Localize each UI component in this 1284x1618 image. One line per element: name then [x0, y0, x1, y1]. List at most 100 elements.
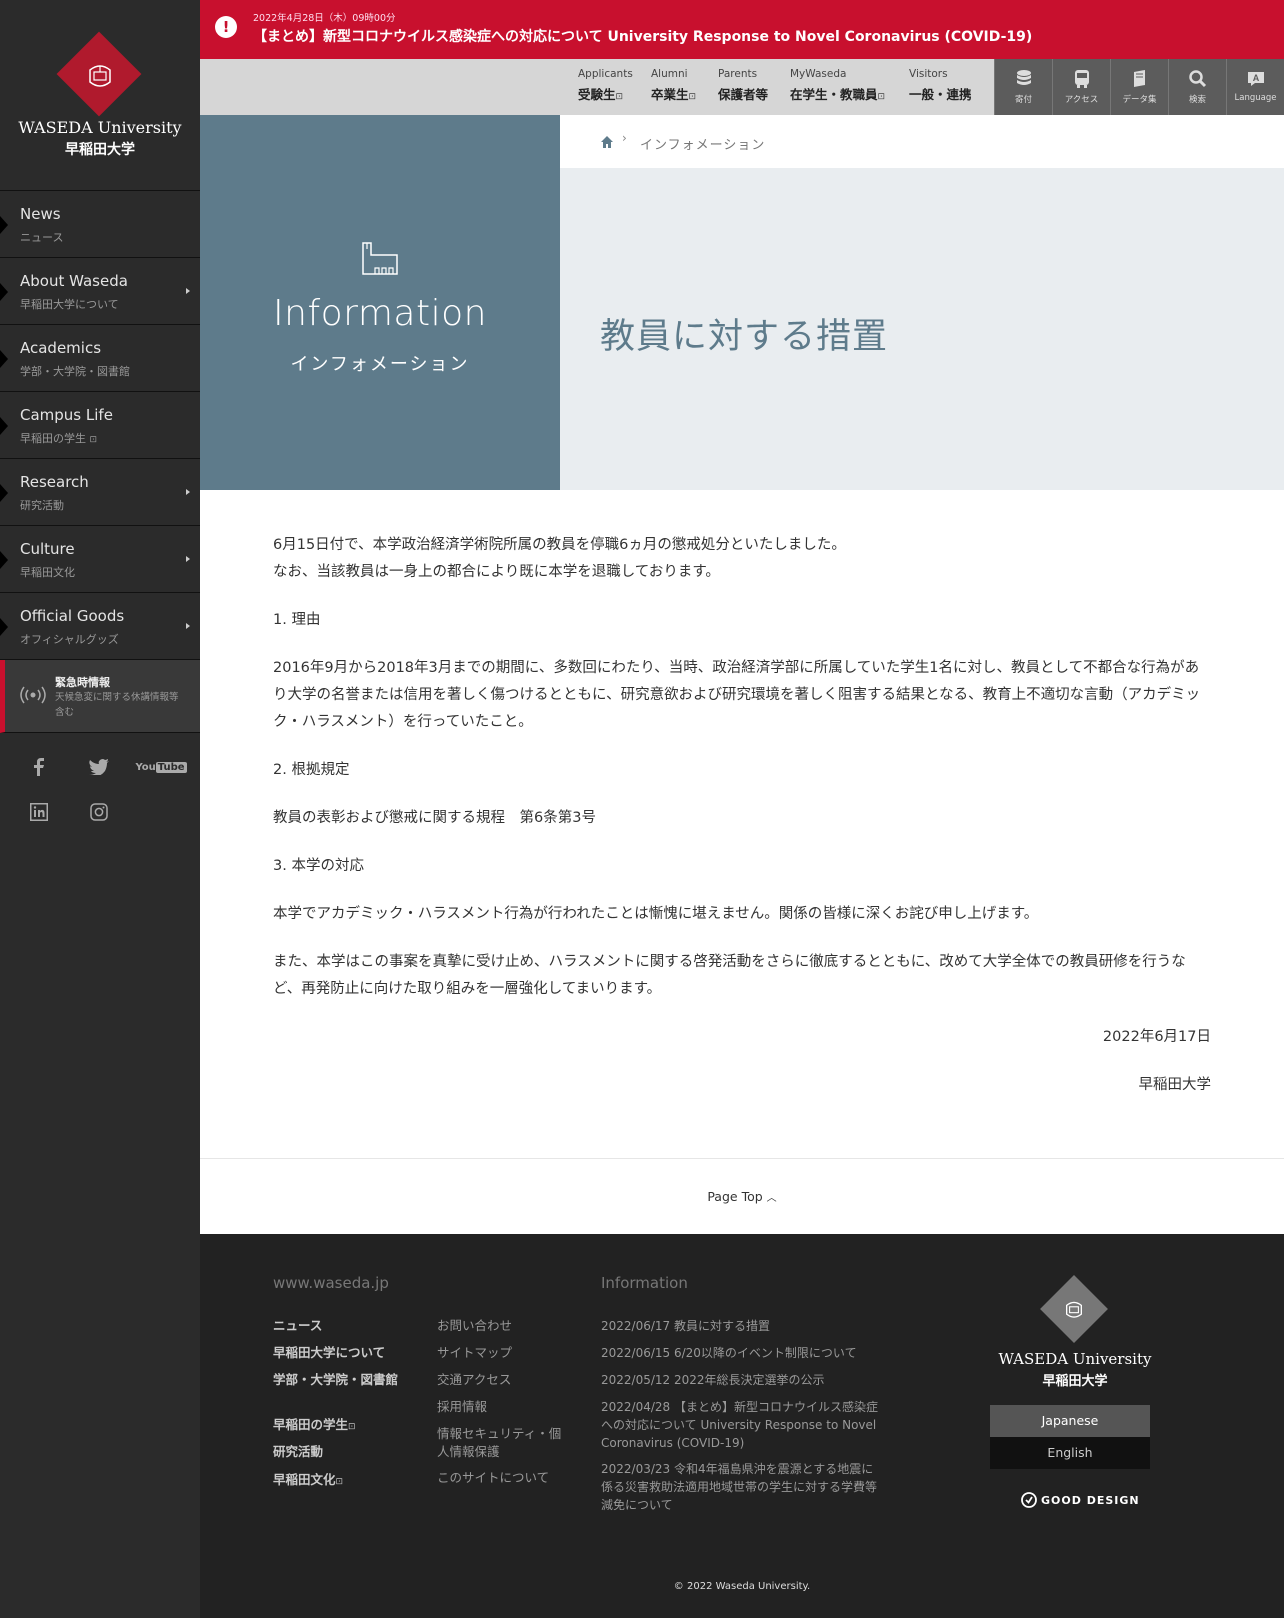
building-icon: [362, 242, 398, 275]
language-button[interactable]: A Language: [1226, 59, 1284, 115]
nav-mywaseda[interactable]: MyWaseda 在学生・教職員⊡: [790, 68, 885, 103]
nav-label-en: Parents: [718, 68, 758, 80]
external-link-icon: ⊡: [877, 92, 886, 102]
nav-label-ja: 在学生・教職員⊡: [790, 87, 886, 102]
logo[interactable]: WASEDA University 早稲田大学: [0, 0, 200, 191]
article-paragraph: また、本学はこの事案を真摯に受け止め、ハラスメントに関する啓発活動をさらに徹底す…: [273, 954, 1186, 997]
copyright: © 2022 Waseda University.: [673, 1581, 811, 1592]
footer-link[interactable]: 採用情報: [437, 1398, 487, 1416]
article-paragraph: 本学でアカデミック・ハラスメント行為が行われたことは慚愧に堪えません。関係の皆様…: [273, 906, 1039, 922]
logo-text-ja: 早稲田大学: [65, 142, 135, 158]
sidebar-item-label: Official Goods: [20, 607, 125, 625]
covid-alert-banner[interactable]: ! 2022年4月28日（木）09時00分 【まとめ】新型コロナウイルス感染症へ…: [200, 0, 1284, 59]
footer-link[interactable]: 学部・大学院・図書館: [273, 1371, 398, 1389]
sidebar-item-label: About Waseda: [20, 272, 128, 290]
footer-logo-ja: 早稲田大学: [1042, 1374, 1108, 1389]
nav-applicants[interactable]: Applicants 受験生⊡: [578, 68, 633, 103]
article-paragraph: なお、当該教員は一身上の都合により既に本学を退職しております。: [273, 564, 720, 580]
books-icon: [1133, 70, 1145, 87]
utility-nav: 寄付 アクセス データ集 検索 A Language: [994, 59, 1284, 115]
language-icon: A: [1247, 72, 1264, 86]
footer-news-item[interactable]: 2022/05/12 2022年総長決定選挙の公示: [601, 1371, 885, 1389]
sidebar-item-sublabel: 早稲田文化: [20, 566, 75, 579]
exclamation-icon: !: [215, 16, 237, 38]
page-title: 教員に対する措置: [600, 317, 889, 357]
chevron-right-icon: ›: [622, 131, 627, 145]
nav-label-en: Visitors: [909, 68, 948, 80]
article-paragraph: 6月15日付で、本学政治経済学術院所属の教員を停職6ヵ月の懲戒処分といたしました…: [273, 537, 846, 553]
util-label: データ集: [1122, 95, 1157, 105]
article-heading: 1. 理由: [273, 612, 321, 628]
nav-label-en: MyWaseda: [790, 68, 847, 80]
nav-visitors[interactable]: Visitors 一般・連携: [909, 68, 972, 103]
article-paragraph: 教員の表彰および懲戒に関する規程 第6条第3号: [273, 810, 596, 826]
sidebar-item-culture[interactable]: Culture 早稲田文化: [0, 526, 200, 593]
nav-label-ja: 保護者等: [718, 87, 769, 102]
emergency-info-link[interactable]: 緊急時情報 天候急変に関する休講情報等含む: [0, 660, 200, 733]
footer-link[interactable]: 情報セキュリティ・個人情報保護: [437, 1425, 572, 1461]
page-top-button[interactable]: Page Top ︿: [707, 1189, 776, 1204]
footer-link[interactable]: サイトマップ: [437, 1344, 512, 1362]
footer-news-item[interactable]: 2022/06/15 6/20以降のイベント制限について: [601, 1344, 885, 1362]
nav-parents[interactable]: Parents 保護者等: [718, 68, 768, 103]
page-top-area: Page Top ︿: [200, 1158, 1284, 1234]
instagram-icon[interactable]: [85, 798, 113, 826]
donate-button[interactable]: 寄付: [994, 59, 1052, 115]
breadcrumb-current: インフォメーション: [640, 138, 766, 153]
external-link-icon: ⊡: [688, 92, 697, 102]
svg-text:A: A: [1252, 73, 1259, 83]
sidebar-item-label: Culture: [20, 540, 75, 558]
sidebar-item-campus-life[interactable]: Campus Life 早稲田の学生 ⊡: [0, 392, 200, 459]
search-button[interactable]: 検索: [1168, 59, 1226, 115]
sidebar-item-news[interactable]: News ニュース: [0, 191, 200, 258]
sidebar-item-academics[interactable]: Academics 学部・大学院・図書館: [0, 325, 200, 392]
footer-link[interactable]: 早稲田文化⊡: [273, 1471, 343, 1491]
util-label: 寄付: [1014, 95, 1032, 105]
alert-date: 2022年4月28日（木）09時00分: [253, 13, 396, 24]
footer-news-item[interactable]: 2022/06/17 教員に対する措置: [601, 1317, 885, 1335]
section-title-ja: インフォメーション: [290, 354, 470, 375]
search-icon: [1188, 70, 1206, 88]
footer-link[interactable]: 早稲田の学生⊡: [273, 1416, 356, 1436]
home-icon[interactable]: [600, 135, 614, 149]
sidebar-item-sublabel: ニュース: [20, 231, 64, 244]
breadcrumb: › インフォメーション: [560, 115, 1284, 168]
youtube-icon[interactable]: You Tube: [135, 753, 187, 781]
section-title-en: Information: [273, 293, 487, 334]
sidebar-item-research[interactable]: Research 研究活動: [0, 459, 200, 526]
article-date: 2022年6月17日: [1102, 1029, 1211, 1045]
nav-alumni[interactable]: Alumni 卒業生⊡: [651, 68, 696, 103]
good-design-badge[interactable]: GOOD DESIGN: [1021, 1492, 1140, 1508]
twitter-icon[interactable]: [85, 753, 113, 781]
article-heading: 3. 本学の対応: [273, 858, 364, 874]
external-link-icon: ⊡: [615, 92, 624, 102]
language-english-button[interactable]: English: [990, 1437, 1150, 1469]
footer-news-item[interactable]: 2022/04/28 【まとめ】新型コロナウイルス感染症への対応について Uni…: [601, 1398, 885, 1452]
article-heading: 2. 根拠規定: [273, 762, 350, 778]
coins-icon: [1016, 70, 1031, 85]
sidebar-item-sublabel: 早稲田大学について: [20, 298, 119, 311]
sidebar-item-label: Research: [20, 473, 89, 491]
logo-text-en: WASEDA University: [18, 118, 182, 137]
data-collection-button[interactable]: データ集: [1110, 59, 1168, 115]
crest-icon: [1066, 1301, 1082, 1318]
sidebar-item-official-goods[interactable]: Official Goods オフィシャルグッズ: [0, 593, 200, 660]
caret-right-icon: [186, 556, 190, 562]
linkedin-icon[interactable]: [25, 798, 53, 826]
footer-link[interactable]: ニュース: [273, 1317, 322, 1335]
sidebar-item-sublabel: 学部・大学院・図書館: [20, 365, 130, 378]
good-design-label: GOOD DESIGN: [1041, 1493, 1140, 1507]
footer-link[interactable]: お問い合わせ: [437, 1317, 512, 1335]
access-button[interactable]: アクセス: [1052, 59, 1110, 115]
sidebar-item-about[interactable]: About Waseda 早稲田大学について: [0, 258, 200, 325]
section-header: Information インフォメーション: [200, 115, 560, 490]
language-japanese-button[interactable]: Japanese: [990, 1405, 1150, 1437]
footer-logo-en: WASEDA University: [998, 1350, 1152, 1368]
facebook-icon[interactable]: [25, 753, 53, 781]
footer-link[interactable]: このサイトについて: [437, 1469, 549, 1487]
article-signature: 早稲田大学: [1138, 1077, 1212, 1093]
footer-link[interactable]: 交通アクセス: [437, 1371, 511, 1389]
footer-link[interactable]: 研究活動: [273, 1443, 323, 1461]
footer-link[interactable]: 早稲田大学について: [273, 1344, 385, 1362]
footer-news-item[interactable]: 2022/03/23 令和4年福島県沖を震源とする地震に係る災害救助法適用地域世…: [601, 1460, 885, 1514]
